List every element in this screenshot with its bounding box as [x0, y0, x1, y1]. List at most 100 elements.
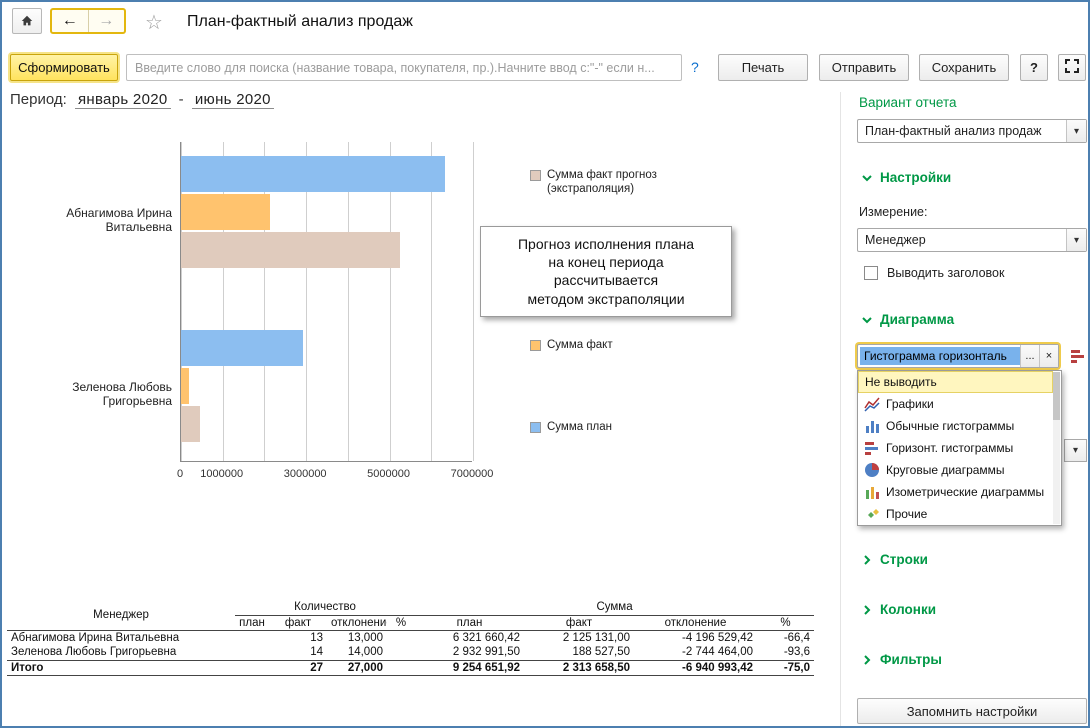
section-columns[interactable]: Колонки [860, 602, 936, 617]
dimension-value: Менеджер [865, 233, 926, 247]
cell-manager: Абнагимова Ирина Витальевна [11, 631, 180, 644]
forecast-tooltip: Прогноз исполнения плана на конец период… [480, 226, 732, 317]
legend-swatch-fact [530, 340, 541, 351]
show-title-checkbox[interactable] [864, 266, 878, 280]
report-variant-header: Вариант отчета [859, 95, 957, 110]
remember-settings-button[interactable]: Запомнить настройки [857, 698, 1087, 724]
cell-qty-plan [235, 659, 269, 676]
popup-item-other[interactable]: Прочие [858, 503, 1053, 525]
col-qty-dev: отклонение [327, 615, 387, 631]
popup-item-label: Горизонт. гистограммы [886, 441, 1014, 455]
legend-item: Сумма факт прогноз (экстраполяция) [530, 168, 697, 197]
search-help-link[interactable]: ? [691, 59, 699, 75]
diagram-type-value: Гистограмма горизонталь [860, 347, 1020, 365]
cell-qty-plan [235, 630, 269, 645]
cell-sum-pct: -93,6 [783, 646, 811, 659]
home-button[interactable] [12, 8, 42, 34]
back-button[interactable]: ← [52, 10, 88, 32]
cell-qty-dev: 14,000 [347, 646, 383, 659]
popup-item-hbars[interactable]: Горизонт. гистограммы [858, 437, 1053, 459]
popup-item-iso[interactable]: Изометрические диаграммы [858, 481, 1053, 503]
show-title-label: Выводить заголовок [887, 266, 1005, 280]
section-rows[interactable]: Строки [860, 552, 928, 567]
section-diagram[interactable]: Диаграмма [860, 312, 954, 327]
col-sum-pct: % [757, 615, 815, 631]
content-sidebar-divider [840, 92, 841, 726]
dimension-label: Измерение: [859, 205, 928, 219]
group-quantity: Количество [235, 600, 416, 616]
popup-item-bars[interactable]: Обычные гистограммы [858, 415, 1053, 437]
generate-button[interactable]: Сформировать [10, 54, 118, 81]
cell-sum-pct: -75,0 [757, 659, 815, 676]
period-to-link[interactable]: июнь 2020 [191, 91, 274, 109]
chart-bar [181, 156, 445, 192]
favorite-star-icon[interactable]: ☆ [145, 10, 163, 35]
popup-item-pie[interactable]: Круговые диаграммы [858, 459, 1053, 481]
section-filters[interactable]: Фильтры [860, 652, 942, 667]
cell-sum-dev: -2 744 464,00 [682, 646, 754, 659]
app-window: ← → ☆ План-фактный анализ продаж Сформир… [0, 0, 1090, 728]
popup-item-label: Графики [886, 397, 934, 411]
background-dropdown-button[interactable]: ▾ [1064, 439, 1087, 462]
send-button[interactable]: Отправить [819, 54, 909, 81]
section-settings[interactable]: Настройки [860, 170, 951, 185]
diagram-type-combobox[interactable]: Гистограмма горизонталь ... × [857, 344, 1059, 368]
line-chart-icon [864, 397, 880, 412]
report-variant-value: План-фактный анализ продаж [865, 124, 1042, 138]
popup-item-none[interactable]: Не выводить [858, 371, 1053, 393]
legend-label: Сумма факт прогноз (экстраполяция) [547, 169, 657, 196]
category-label: Абнагимова Ирина Витальевна [66, 206, 172, 234]
forward-button[interactable]: → [89, 10, 125, 32]
table-row[interactable]: Зеленова Любовь Григорьевна 14 14,000 2 … [7, 645, 814, 660]
col-qty-plan: план [235, 615, 269, 631]
x-tick-label: 7000000 [450, 468, 494, 480]
popup-item-label: Изометрические диаграммы [886, 485, 1045, 499]
report-variant-dropdown[interactable]: План-фактный анализ продаж ▾ [857, 119, 1087, 143]
plan-fact-table: Менеджер Количество Сумма план факт откл… [7, 600, 815, 676]
help-button[interactable]: ? [1020, 54, 1048, 81]
pie-chart-icon [865, 463, 879, 477]
legend-label: Сумма план [547, 421, 613, 433]
clear-button[interactable]: × [1039, 345, 1058, 367]
chart-bar [181, 330, 304, 366]
scrollbar-thumb[interactable] [1053, 372, 1060, 420]
popup-item-label: Прочие [886, 507, 928, 521]
legend-item: Сумма факт [530, 338, 697, 352]
popup-scrollbar[interactable] [1053, 372, 1060, 524]
iso-chart-icon [866, 487, 879, 499]
table-total-row: Итого 27 27,000 9 254 651,92 2 313 658,5… [7, 659, 815, 676]
chevron-down-icon [862, 316, 872, 323]
popup-item-graphs[interactable]: Графики [858, 393, 1053, 415]
popup-item-label: Круговые диаграммы [886, 463, 1005, 477]
cell-sum-pct: -66,4 [783, 631, 811, 644]
home-icon [21, 15, 33, 26]
ellipsis-button[interactable]: ... [1020, 345, 1039, 367]
chart-bar [181, 406, 200, 442]
chevron-down-icon[interactable]: ▾ [1066, 229, 1086, 251]
cell-qty-fact: 13 [310, 631, 323, 644]
bar-chart-icon [866, 421, 879, 433]
table-group-header-row: Менеджер Количество Сумма [7, 600, 815, 631]
section-rows-label: Строки [880, 552, 928, 567]
cell-sum-dev: -4 196 529,42 [682, 631, 754, 644]
chevron-right-icon [864, 604, 871, 615]
col-qty-pct: % [387, 615, 416, 631]
table-row[interactable]: Абнагимова Ирина Витальевна 13 13,000 6 … [7, 630, 814, 645]
period-from-link[interactable]: январь 2020 [74, 91, 171, 109]
col-sum-plan: план [415, 615, 525, 631]
page-title: План-фактный анализ продаж [187, 13, 413, 30]
chart: Абнагимова Ирина Витальевна Зеленова Люб… [2, 142, 832, 492]
print-button[interactable]: Печать [718, 54, 808, 81]
fullscreen-button[interactable] [1058, 54, 1086, 81]
search-input[interactable] [126, 54, 682, 81]
cell-sum-plan: 2 932 991,50 [452, 646, 521, 659]
save-button[interactable]: Сохранить [919, 54, 1009, 81]
dimension-dropdown[interactable]: Менеджер ▾ [857, 228, 1087, 252]
legend-item: Сумма план [530, 420, 697, 434]
x-tick-label: 3000000 [283, 468, 327, 480]
hbar-chart-icon [865, 442, 878, 455]
col-sum-dev: отклонение [634, 615, 758, 631]
diagram-type-popup: Не выводить Графики Обычные гистограммы … [857, 370, 1062, 526]
cell-qty-pct [387, 630, 415, 645]
chevron-down-icon[interactable]: ▾ [1066, 120, 1086, 142]
